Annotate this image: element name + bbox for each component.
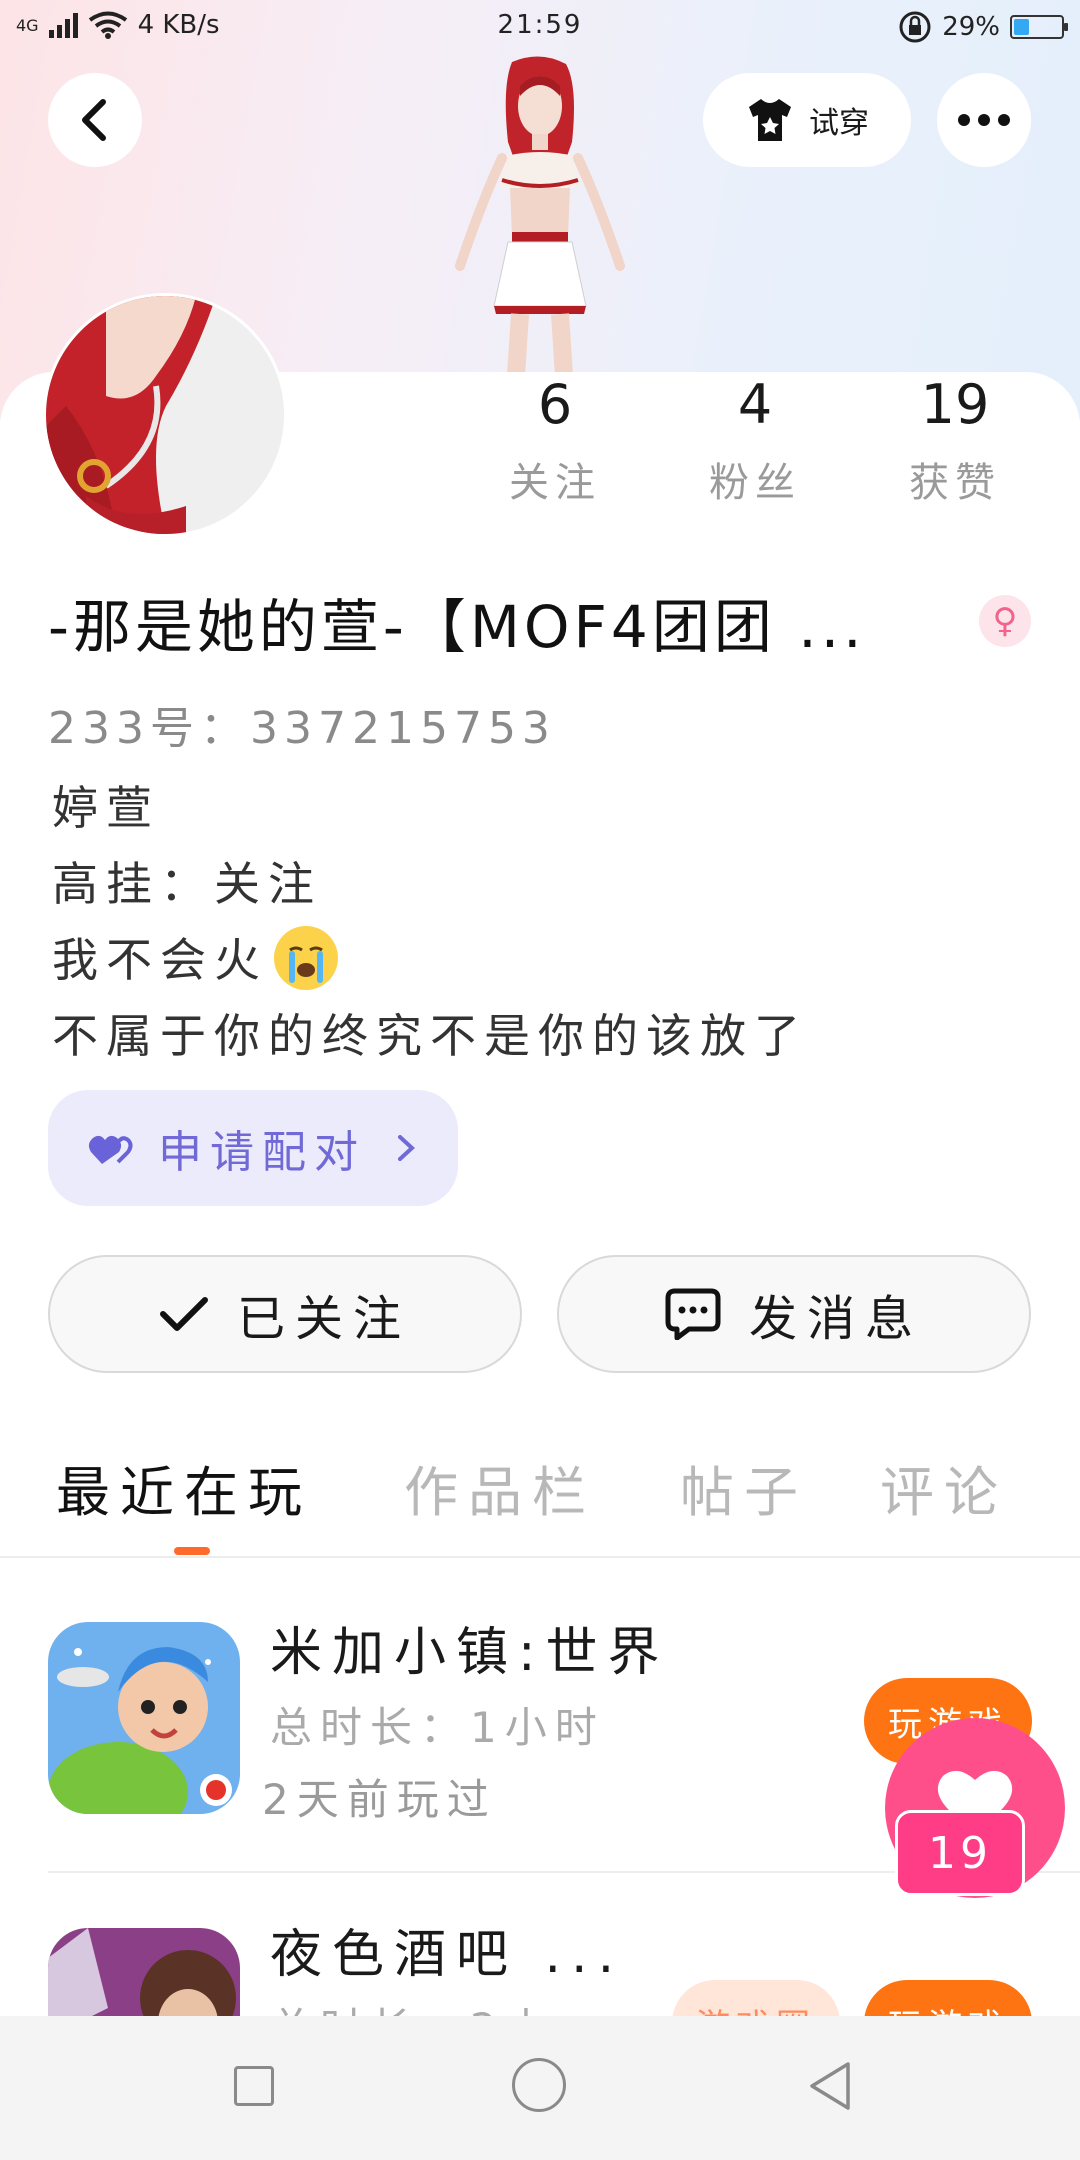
checkmark-icon — [159, 1297, 208, 1331]
profile-avatar[interactable] — [46, 296, 284, 534]
back-button[interactable] — [48, 73, 142, 167]
bio-line: 不属于你的终究不是你的该放了 — [52, 1009, 808, 1063]
status-bar: 4G 4 KB/s 21:59 29% — [0, 0, 1080, 52]
stat-label: 获赞 — [909, 460, 1001, 506]
avatar-image — [46, 296, 284, 534]
profile-tabs: 最近在玩 作品栏 帖子 评论 — [0, 1440, 1080, 1555]
active-tab-indicator — [174, 1547, 210, 1555]
stat-value: 19 — [920, 373, 990, 436]
stat-fans[interactable]: 4 粉丝 — [670, 370, 840, 508]
profile-stats: 6 关注 4 粉丝 19 获赞 — [470, 370, 1040, 530]
game-icon-toca-world[interactable] — [48, 1622, 240, 1814]
chevron-right-icon — [398, 1135, 415, 1161]
followed-label: 已关注 — [236, 1291, 411, 1347]
more-options-button[interactable] — [937, 73, 1031, 167]
bio-line: 婷萱 — [52, 781, 160, 835]
chat-bubble-icon — [665, 1288, 721, 1340]
female-icon: ♀ — [979, 595, 1031, 647]
recent-apps-icon[interactable] — [234, 2066, 274, 2106]
tab-comments[interactable]: 评论 — [880, 1448, 1008, 1527]
stat-likes[interactable]: 19 获赞 — [870, 370, 1040, 508]
apply-pair-button[interactable]: 申请配对 — [48, 1090, 458, 1206]
game-title: 米加小镇:世界 — [270, 1623, 670, 1683]
shirt-icon — [749, 99, 791, 141]
crying-emoji-icon — [274, 925, 338, 990]
stat-following[interactable]: 6 关注 — [470, 370, 640, 508]
game-total-playtime: 总时长：1小时 — [270, 1703, 605, 1752]
try-on-label: 试穿 — [809, 106, 869, 141]
game-title: 夜色酒吧 ... — [270, 1925, 625, 1985]
tab-posts[interactable]: 帖子 — [680, 1448, 808, 1527]
rotation-lock-icon — [899, 11, 931, 43]
bio-line: 我不会火 — [52, 933, 268, 987]
system-navigation-bar — [0, 2016, 1080, 2160]
apply-pair-label: 申请配对 — [158, 1127, 366, 1178]
tab-recently-played[interactable]: 最近在玩 — [56, 1448, 312, 1527]
profile-nickname: -那是她的萱-【MOF4团团 ... — [48, 593, 866, 661]
profile-uid[interactable]: 233号：337215753 — [48, 692, 556, 756]
send-message-label: 发消息 — [748, 1291, 923, 1347]
battery-percent: 29% — [942, 12, 1000, 42]
bio-line: 高挂：关注 — [52, 857, 322, 911]
stat-value: 6 — [537, 373, 573, 436]
bio-line-with-emoji: 我不会火 — [52, 922, 808, 998]
send-message-button[interactable]: 发消息 — [557, 1255, 1031, 1373]
profile-bio: 婷萱 高挂：关注 我不会火 不属于你的终究不是你的该放了 — [52, 770, 808, 1074]
stat-label: 关注 — [509, 460, 601, 506]
try-on-button[interactable]: 试穿 — [703, 73, 911, 167]
double-heart-icon — [88, 1135, 133, 1164]
stat-value: 4 — [737, 373, 773, 436]
home-icon[interactable] — [512, 2058, 566, 2112]
chevron-left-icon — [82, 99, 106, 141]
back-triangle-icon[interactable] — [802, 2056, 862, 2116]
battery-icon — [1010, 15, 1068, 39]
tabs-divider — [0, 1556, 1080, 1558]
more-dots-icon — [958, 114, 1010, 126]
game-last-played: 2天前玩过 — [262, 1775, 497, 1824]
like-count-badge: 19 — [895, 1810, 1025, 1896]
followed-button[interactable]: 已关注 — [48, 1255, 522, 1373]
tab-works[interactable]: 作品栏 — [404, 1448, 596, 1527]
stat-label: 粉丝 — [709, 460, 801, 506]
character-avatar-figure[interactable] — [420, 56, 660, 376]
